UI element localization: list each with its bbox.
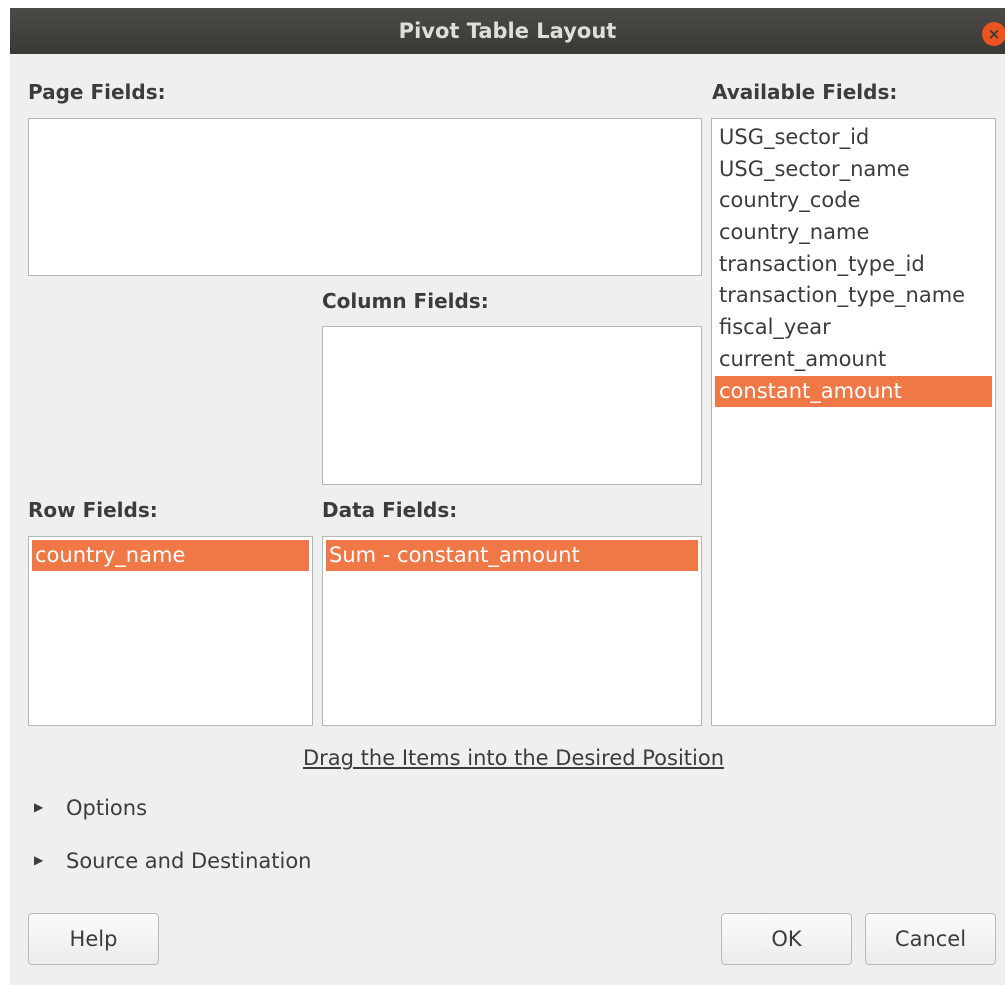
source-destination-label: Source and Destination [66,849,312,873]
available-fields-list[interactable]: USG_sector_id USG_sector_name country_co… [711,118,996,726]
options-label: Options [66,796,148,820]
available-field-item[interactable]: transaction_type_name [715,280,992,312]
available-field-item[interactable]: USG_sector_name [715,154,992,186]
data-fields-label: Data Fields: [322,498,458,522]
source-destination-expander[interactable]: ▶ Source and Destination [34,846,312,876]
ok-button[interactable]: OK [721,913,852,965]
available-field-item[interactable]: country_name [715,217,992,249]
row-fields-label: Row Fields: [28,498,158,522]
available-field-item[interactable]: current_amount [715,344,992,376]
options-expander[interactable]: ▶ Options [34,793,147,823]
column-fields-label: Column Fields: [322,289,489,313]
available-field-item[interactable]: fiscal_year [715,312,992,344]
column-fields-box[interactable] [322,326,702,485]
row-fields-box[interactable]: country_name [28,536,313,726]
close-icon[interactable]: × [982,22,1005,46]
title-bar[interactable]: Pivot Table Layout × [10,8,1005,54]
available-fields-label: Available Fields: [712,80,898,104]
page-fields-box[interactable] [28,118,702,276]
expander-arrow-icon: ▶ [34,800,44,814]
help-button[interactable]: Help [28,913,159,965]
pivot-table-dialog: Pivot Table Layout × Page Fields: Availa… [10,8,1005,985]
data-fields-box[interactable]: Sum - constant_amount [322,536,702,726]
expander-arrow-icon: ▶ [34,853,44,867]
available-field-item[interactable]: constant_amount [715,375,992,408]
row-field-item[interactable]: country_name [32,540,309,571]
available-field-item[interactable]: country_code [715,185,992,217]
available-field-item[interactable]: USG_sector_id [715,122,992,154]
drag-hint: Drag the Items into the Desired Position [303,746,725,770]
window-title: Pivot Table Layout [398,19,617,43]
cancel-button[interactable]: Cancel [865,913,996,965]
page-fields-label: Page Fields: [28,80,166,104]
available-field-item[interactable]: transaction_type_id [715,249,992,281]
data-field-item[interactable]: Sum - constant_amount [326,540,698,571]
